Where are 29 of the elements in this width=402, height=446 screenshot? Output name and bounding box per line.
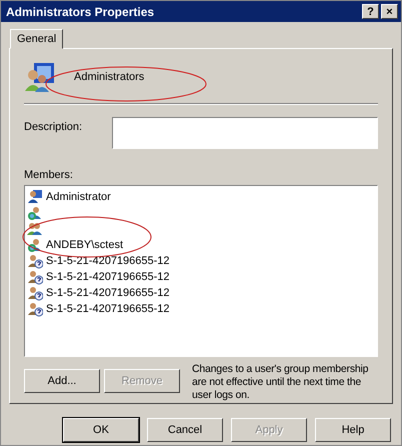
unknown-user-icon — [27, 269, 43, 285]
member-name[interactable]: Administrator — [46, 191, 111, 203]
user-globe-icon — [27, 237, 43, 253]
unknown-user-icon — [27, 285, 43, 301]
unknown-user-icon — [27, 253, 43, 269]
member-name[interactable]: S-1-5-21-4207196655-12 — [46, 303, 170, 315]
add-button[interactable]: Add... — [24, 369, 100, 393]
close-button[interactable]: × — [381, 4, 398, 19]
dialog-button[interactable]: Help — [315, 418, 391, 442]
description-field[interactable] — [112, 117, 378, 149]
tab[interactable]: General — [10, 29, 64, 49]
member-name[interactable]: S-1-5-21-4207196655-12 — [46, 271, 170, 283]
group-name: Administrators — [74, 71, 144, 83]
member-name[interactable]: ANDEBY\sctest — [46, 239, 124, 251]
description-label: Description: — [24, 120, 84, 133]
member-name[interactable]: S-1-5-21-4207196655-12 — [46, 255, 170, 267]
window-title: Administrators Properties — [6, 4, 156, 18]
user-group-icon — [24, 61, 56, 93]
dialog-button[interactable]: OK — [63, 418, 139, 442]
unknown-user-icon — [27, 301, 43, 317]
member-name[interactable]: S-1-5-21-4207196655-12 — [46, 287, 170, 299]
membership-note: Changes to a user's group membership are not effective until the next time the user logs on. — [192, 363, 370, 402]
members-label: Members: — [24, 169, 73, 181]
user-globe-icon — [27, 205, 43, 221]
members-list[interactable]: Administrator ANDEBY\sctest S-1-5-21-4207196655-12 S-1-5-21-4207196655-12 S-1-5-21-4207196655-12 S-1-5-21-4207196655-12 — [24, 185, 378, 357]
help-button[interactable]: ? — [362, 4, 379, 19]
dialog-button[interactable]: Cancel — [147, 418, 223, 442]
user-icon — [27, 189, 43, 205]
group-icon — [27, 221, 43, 237]
